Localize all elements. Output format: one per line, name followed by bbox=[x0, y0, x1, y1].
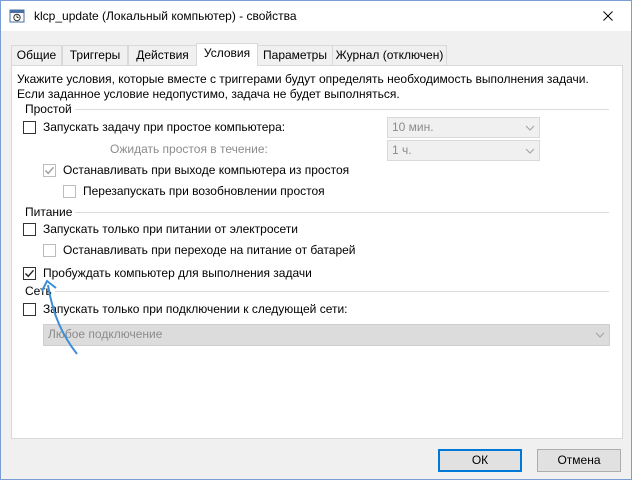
start-on-idle-checkbox[interactable] bbox=[23, 120, 36, 134]
power-group-divider bbox=[71, 212, 609, 213]
wait-idle-value: 1 ч. bbox=[392, 143, 412, 157]
stop-on-battery-label: Останавливать при переходе на питание от… bbox=[63, 243, 356, 257]
network-combo[interactable]: Любое подключение bbox=[43, 324, 610, 346]
chevron-down-icon bbox=[591, 325, 609, 344]
restart-on-idle-option[interactable]: Перезапускать при возобновлении простоя bbox=[63, 184, 325, 198]
window-title: klcp_update (Локальный компьютер) - свой… bbox=[34, 9, 297, 23]
tab-triggers[interactable]: Триггеры bbox=[62, 45, 128, 65]
network-only-label: Запускать только при подключении к следу… bbox=[43, 302, 348, 316]
ac-only-label: Запускать только при питании от электрос… bbox=[43, 222, 298, 236]
chevron-down-icon bbox=[521, 118, 539, 137]
network-only-option[interactable]: Запускать только при подключении к следу… bbox=[23, 302, 348, 316]
tab-actions[interactable]: Действия bbox=[128, 45, 197, 65]
restart-on-idle-label: Перезапускать при возобновлении простоя bbox=[83, 184, 325, 198]
network-group-divider bbox=[53, 291, 609, 292]
ac-only-checkbox[interactable] bbox=[23, 222, 36, 236]
close-icon bbox=[603, 11, 613, 21]
checkmark-icon bbox=[24, 269, 35, 277]
wake-to-run-label: Пробуждать компьютер для выполнения зада… bbox=[43, 266, 312, 280]
restart-on-idle-checkbox[interactable] bbox=[63, 184, 76, 198]
wait-idle-text: Ожидать простоя в течение: bbox=[110, 142, 268, 156]
intro-line-1: Укажите условия, которые вместе с тригге… bbox=[17, 72, 589, 86]
ac-only-option[interactable]: Запускать только при питании от электрос… bbox=[23, 222, 298, 236]
tab-conditions[interactable]: Условия bbox=[196, 43, 258, 66]
properties-dialog: klcp_update (Локальный компьютер) - свой… bbox=[0, 0, 632, 480]
stop-on-idle-end-option[interactable]: Останавливать при выходе компьютера из п… bbox=[43, 163, 349, 177]
idle-duration-combo[interactable]: 10 мин. bbox=[387, 117, 540, 138]
stop-on-idle-end-checkbox[interactable] bbox=[43, 163, 56, 177]
wake-to-run-option[interactable]: Пробуждать компьютер для выполнения зада… bbox=[23, 266, 312, 280]
tab-settings[interactable]: Параметры bbox=[257, 45, 333, 65]
ok-button[interactable]: ОК bbox=[438, 449, 522, 472]
idle-group-divider bbox=[63, 109, 609, 110]
network-value: Любое подключение bbox=[48, 327, 163, 341]
power-group-label: Питание bbox=[25, 205, 76, 219]
stop-on-battery-option[interactable]: Останавливать при переходе на питание от… bbox=[43, 243, 356, 257]
intro-text: Укажите условия, которые вместе с тригге… bbox=[17, 72, 589, 102]
stop-on-idle-end-label: Останавливать при выходе компьютера из п… bbox=[63, 163, 350, 177]
idle-group-label: Простой bbox=[25, 102, 75, 116]
wait-idle-label: Ожидать простоя в течение: bbox=[110, 142, 268, 156]
task-scheduler-icon bbox=[9, 9, 25, 23]
tab-general[interactable]: Общие bbox=[11, 45, 62, 65]
close-button[interactable] bbox=[585, 1, 631, 31]
network-only-checkbox[interactable] bbox=[23, 302, 36, 316]
idle-duration-value: 10 мин. bbox=[392, 120, 434, 134]
chevron-down-icon bbox=[521, 141, 539, 160]
wait-idle-combo[interactable]: 1 ч. bbox=[387, 140, 540, 161]
tab-history[interactable]: Журнал (отключен) bbox=[332, 45, 447, 65]
start-on-idle-option[interactable]: Запускать задачу при простое компьютера: bbox=[23, 120, 285, 134]
network-group-label: Сеть bbox=[25, 284, 55, 298]
wake-to-run-checkbox[interactable] bbox=[23, 266, 36, 280]
stop-on-battery-checkbox[interactable] bbox=[43, 243, 56, 257]
cancel-button[interactable]: Отмена bbox=[537, 449, 621, 472]
start-on-idle-label: Запускать задачу при простое компьютера: bbox=[43, 120, 286, 134]
intro-line-2: Если заданное условие недопустимо, задач… bbox=[17, 87, 400, 101]
title-bar: klcp_update (Локальный компьютер) - свой… bbox=[1, 1, 631, 31]
checkmark-icon bbox=[44, 166, 55, 174]
